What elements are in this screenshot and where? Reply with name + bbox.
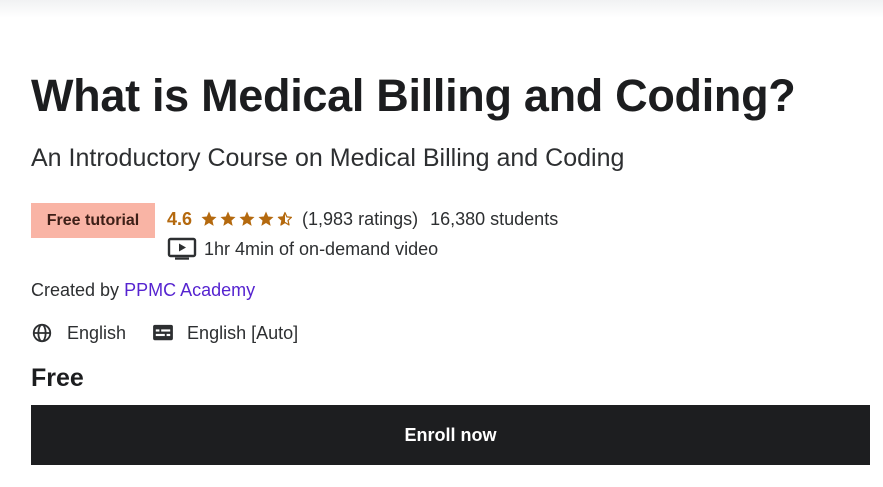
audio-language-label: English — [67, 322, 127, 343]
instructor-link[interactable]: PPMC Academy — [124, 280, 255, 300]
video-length-label: 1hr 4min of on-demand video — [204, 238, 439, 259]
star-icon — [220, 211, 236, 226]
header-shadow — [0, 0, 883, 18]
video-length: 1hr 4min of on-demand video — [167, 236, 438, 262]
video-icon — [167, 237, 197, 260]
enroll-button[interactable]: Enroll now — [31, 405, 870, 465]
price: Free — [31, 364, 84, 392]
created-by: Created by PPMC Academy — [31, 280, 255, 301]
caption-language: English [Auto] — [152, 323, 298, 344]
rating-summary: 4.6 (1,983 ratings) 16,380 students — [167, 206, 558, 232]
star-icon — [201, 211, 217, 226]
captions-icon — [153, 324, 173, 341]
star-rating — [200, 210, 294, 228]
course-title: What is Medical Billing and Coding? — [31, 70, 796, 121]
star-icon — [239, 211, 255, 226]
audio-language: English — [31, 322, 126, 344]
rating-value: 4.6 — [167, 208, 193, 229]
students-count: 16,380 students — [430, 208, 559, 229]
caption-language-label: English [Auto] — [187, 322, 299, 343]
star-half-icon — [277, 211, 293, 226]
created-by-label: Created by — [31, 280, 120, 300]
ratings-count[interactable]: (1,983 ratings) — [302, 209, 418, 230]
globe-icon — [32, 323, 52, 343]
course-subtitle: An Introductory Course on Medical Billin… — [31, 144, 625, 172]
free-tutorial-badge: Free tutorial — [31, 203, 155, 238]
star-icon — [258, 211, 274, 226]
language-info: English English [Auto] — [31, 320, 298, 346]
